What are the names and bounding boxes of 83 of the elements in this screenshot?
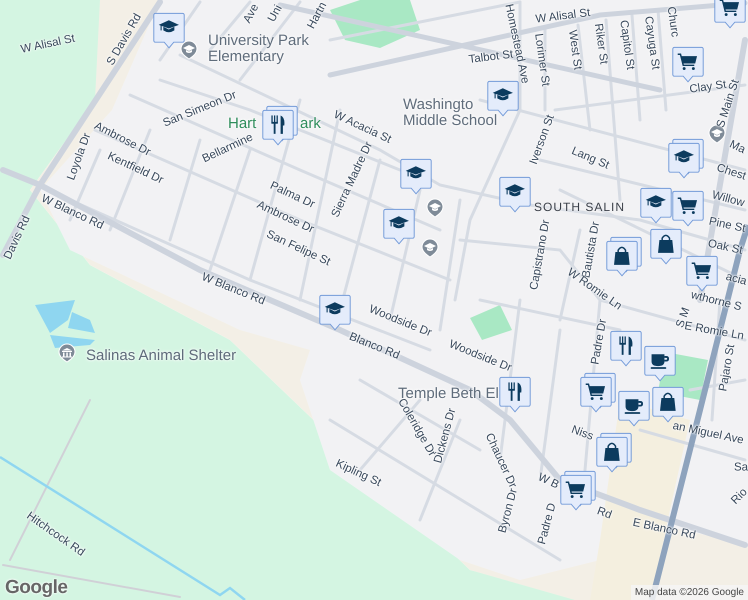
school-icon (180, 40, 198, 60)
graduation-cap-icon (504, 184, 525, 196)
street-label: Pine St (708, 216, 746, 236)
graduation-cap-icon (406, 166, 426, 178)
street-label: Blanco Rd (347, 332, 401, 362)
street-label: Hartn (306, 0, 330, 32)
street-label: Lorimer St (532, 32, 550, 88)
street-label: Byron Dr (498, 488, 520, 534)
building-icon (58, 343, 76, 363)
graduation-cap-icon (158, 20, 179, 32)
shop-marker[interactable] (596, 432, 632, 474)
store-marker[interactable] (560, 470, 596, 512)
place-label: SOUTH SALIN (534, 201, 626, 214)
street-label: Rio (730, 486, 748, 508)
shopping-bag-icon (614, 246, 630, 265)
fork-knife-icon (619, 336, 632, 355)
graduation-cap-icon (388, 216, 409, 228)
street-label: E Blanco Rd (632, 518, 696, 542)
street-label: Oak St (706, 238, 744, 258)
street-label: wthorne S (690, 290, 743, 314)
coffee-cup-icon (624, 399, 644, 414)
street-label: Ave (242, 2, 262, 26)
graduation-cap-icon (646, 195, 666, 208)
place-label: Washingto Middle School (403, 97, 498, 128)
street-label: acia (724, 272, 748, 288)
school-icon (426, 198, 444, 218)
shopping-cart-icon (678, 54, 698, 70)
shopping-cart-icon (586, 384, 606, 400)
shopping-cart-icon (692, 262, 712, 279)
place-label: Salinas Animal Shelter (86, 348, 236, 364)
street-label: Riker St (591, 22, 609, 66)
place-label: Hart (228, 116, 256, 132)
fork-knife-icon (508, 382, 522, 401)
store-marker[interactable] (580, 372, 616, 414)
street-label: E Romie Ln (684, 321, 745, 343)
street-label: Capistrano Dr (529, 219, 553, 291)
place-label: University Park Elementary (208, 33, 309, 64)
street-label: Niss (570, 424, 594, 444)
street-label: W Blanco Rd (200, 272, 266, 308)
street-label: Chest (714, 162, 748, 184)
street-label: Capitol St (616, 20, 636, 70)
shopping-bag-icon (660, 392, 676, 411)
street-label: Pajaro St (718, 344, 738, 392)
street-label: Churc (664, 6, 680, 38)
coffee-cup-icon (650, 354, 670, 369)
street-label: Lang St (570, 146, 610, 172)
street-label: Loyola Dr (66, 132, 94, 182)
street-label: West St (566, 29, 582, 71)
fork-knife-icon (271, 115, 284, 134)
shopping-bag-icon (658, 234, 674, 253)
street-label: Uni (266, 4, 286, 24)
pond-drawing (35, 300, 95, 348)
street-label: W B (536, 472, 560, 492)
shopping-cart-icon (566, 482, 586, 498)
street-label: Clay St (688, 80, 728, 96)
school-icon (421, 238, 439, 258)
graduation-cap-icon (492, 88, 513, 100)
street-label: Sierra Madre Dr (330, 140, 376, 220)
map-attribution: Map data ©2026 Google (630, 585, 748, 600)
graduation-cap-icon (674, 150, 694, 162)
school-marker[interactable] (668, 138, 704, 180)
shopping-cart-icon (678, 198, 698, 214)
street-label: Sa (734, 462, 748, 474)
street-label: W Alisal St (535, 8, 591, 26)
shopping-bag-icon (604, 442, 620, 461)
restaurant-marker[interactable] (262, 105, 298, 147)
street-label: Padre Dr (590, 318, 610, 366)
street-label: Padre D (536, 502, 560, 546)
street-label: Cayuga St (642, 16, 660, 70)
street-label: Rd (595, 506, 613, 522)
shop-marker[interactable] (606, 236, 642, 278)
street-label: Davis Rd (2, 214, 34, 262)
place-label: ark (300, 116, 321, 132)
street-label: Dickens Dr (433, 407, 459, 465)
street-label: W Alisal St (20, 34, 76, 56)
google-logo: Google (5, 577, 68, 599)
street-label: Willow (710, 190, 746, 210)
shopping-cart-icon (720, 0, 740, 16)
street-label: Bautista Dr (581, 221, 602, 279)
park-area (470, 305, 512, 340)
street-label: Ma (727, 139, 747, 157)
street-label: an Miguel Ave (672, 420, 744, 448)
graduation-cap-icon (324, 302, 345, 314)
